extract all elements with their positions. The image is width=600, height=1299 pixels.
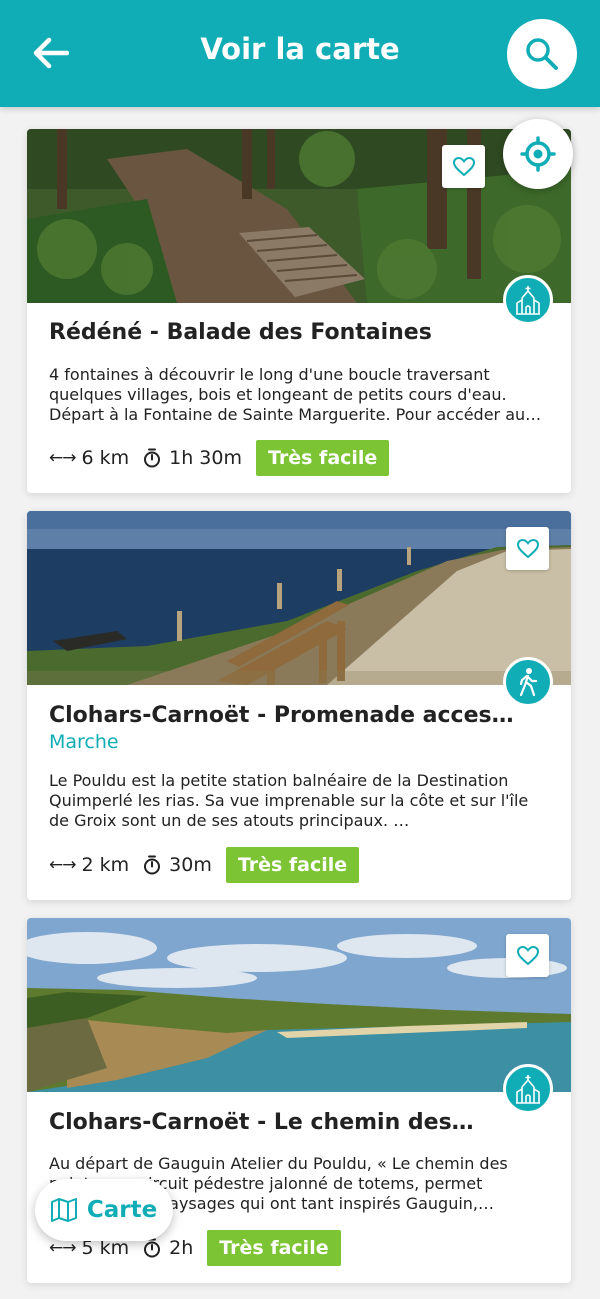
favorite-button[interactable] <box>442 145 485 188</box>
trail-duration: 1h 30m <box>169 447 242 469</box>
trail-duration: 2h <box>169 1237 194 1259</box>
trail-activity: Marche <box>49 731 119 753</box>
difficulty-badge: Très facile <box>225 847 360 883</box>
trail-photo <box>27 918 571 1092</box>
trail-distance: 2 km <box>81 854 130 876</box>
distance-icon: ←→ <box>49 855 76 875</box>
search-button[interactable] <box>507 19 577 89</box>
walking-person-icon <box>519 668 538 697</box>
trail-distance: 6 km <box>81 447 130 469</box>
stopwatch-icon <box>143 448 161 468</box>
locate-me-button[interactable] <box>503 119 573 189</box>
difficulty-badge: Très facile <box>256 440 390 476</box>
search-icon <box>526 38 558 70</box>
map-icon <box>50 1198 77 1222</box>
top-app-bar: Voir la carte <box>0 0 600 107</box>
distance-icon: ←→ <box>49 448 76 468</box>
distance-icon: ←→ <box>49 1238 76 1258</box>
heart-icon <box>516 538 539 558</box>
trail-photo <box>27 129 571 303</box>
favorite-button[interactable] <box>506 527 549 570</box>
heart-icon <box>452 156 475 176</box>
favorite-button[interactable] <box>506 934 549 977</box>
category-badge <box>503 657 553 707</box>
category-badge <box>503 1064 553 1114</box>
church-icon <box>516 1075 540 1104</box>
trail-card[interactable]: Clohars-Carnoët - Promenade accessib… Ma… <box>27 511 571 900</box>
trail-description: Le Pouldu est la petite station balnéair… <box>49 771 529 830</box>
category-badge <box>503 275 553 325</box>
trail-title: Rédéné - Balade des Fontaines <box>49 320 432 345</box>
trail-title: Clohars-Carnoët - Promenade accessib… <box>49 703 519 728</box>
trail-photo <box>27 511 571 685</box>
trail-title: Clohars-Carnoët - Le chemin des… <box>49 1110 474 1135</box>
crosshair-icon <box>520 136 556 172</box>
difficulty-badge: Très facile <box>207 1230 341 1266</box>
show-map-label: Carte <box>86 1197 158 1223</box>
trail-description: 4 fontaines à découvrir le long d'une bo… <box>49 365 526 424</box>
church-icon <box>516 286 540 315</box>
show-map-button[interactable]: Carte <box>35 1179 173 1241</box>
stopwatch-icon <box>143 1238 161 1258</box>
heart-icon <box>516 945 539 965</box>
trail-card[interactable]: Rédéné - Balade des Fontaines 4 fontaine… <box>27 129 571 493</box>
trail-meta: ←→ 2 km 30m Très facile <box>49 847 360 883</box>
trail-duration: 30m <box>169 854 212 876</box>
trail-meta: ←→ 6 km 1h 30m Très facile <box>49 440 390 476</box>
stopwatch-icon <box>143 855 161 875</box>
